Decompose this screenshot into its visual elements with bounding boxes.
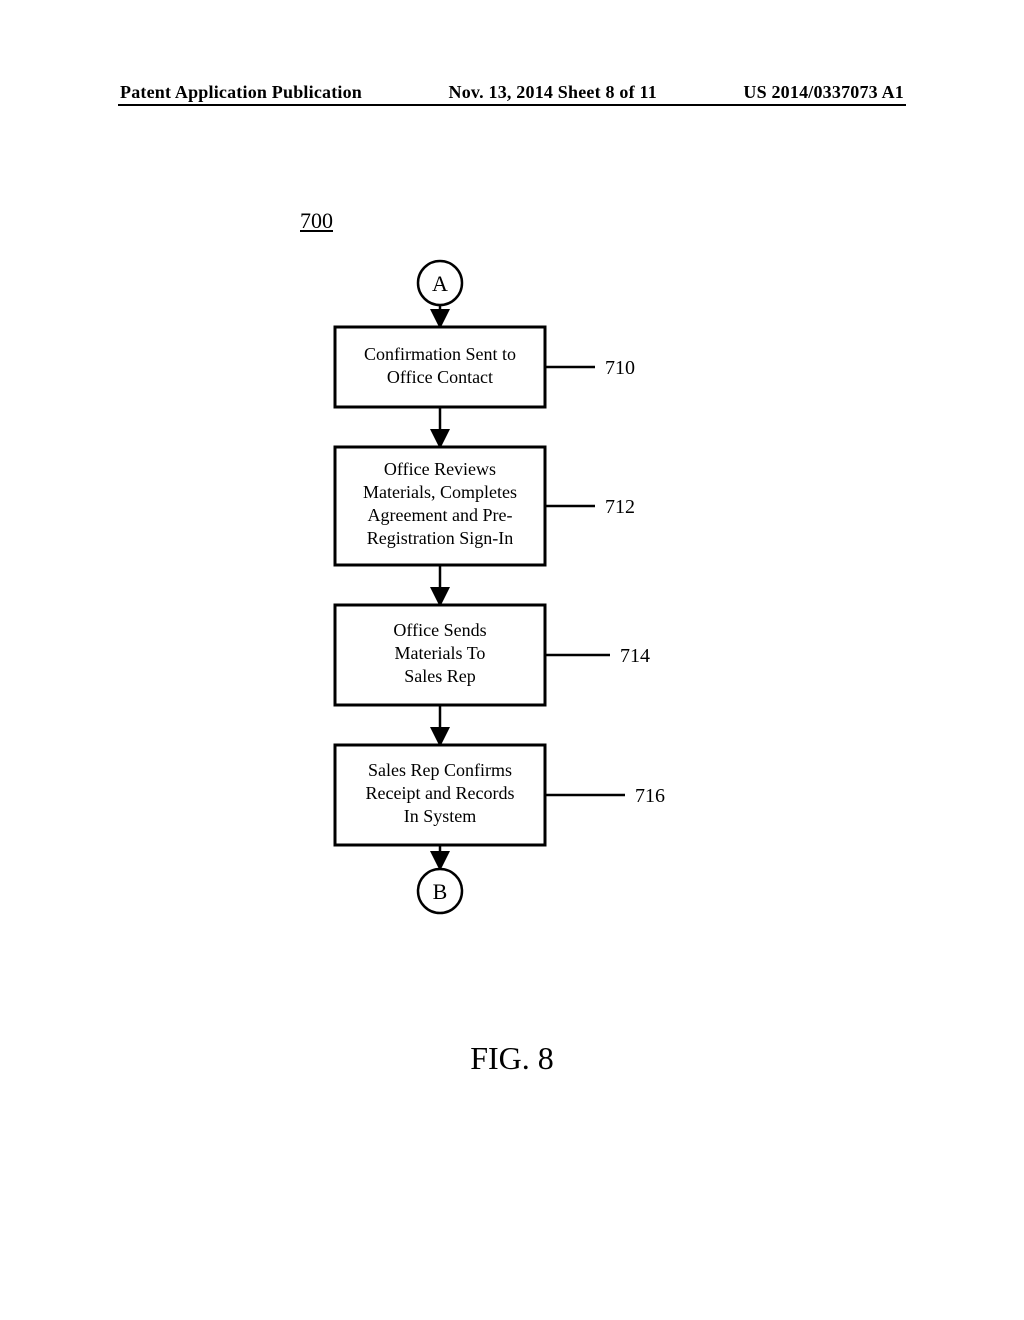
ref-710: 710 bbox=[605, 357, 635, 379]
header-right: US 2014/0337073 A1 bbox=[743, 82, 904, 103]
figure-reference-number: 700 bbox=[300, 208, 333, 234]
header-left: Patent Application Publication bbox=[120, 82, 362, 103]
flow-step-710-line2: Office Contact bbox=[387, 367, 493, 387]
connector-a-label: A bbox=[432, 271, 448, 296]
flow-step-712-line4: Registration Sign-In bbox=[367, 528, 514, 548]
ref-716: 716 bbox=[635, 785, 665, 807]
flow-step-712-line2: Materials, Completes bbox=[363, 482, 517, 502]
page-header: Patent Application Publication Nov. 13, … bbox=[0, 82, 1024, 103]
flow-step-716-line2: Receipt and Records bbox=[366, 783, 515, 803]
connector-b-label: B bbox=[433, 879, 448, 904]
flow-step-710-line1: Confirmation Sent to bbox=[364, 344, 516, 364]
flow-step-712-line1: Office Reviews bbox=[384, 459, 496, 479]
flow-step-716-line3: In System bbox=[404, 806, 477, 826]
header-rule bbox=[118, 104, 906, 106]
flow-step-716-line1: Sales Rep Confirms bbox=[368, 760, 512, 780]
flow-step-714-line2: Materials To bbox=[395, 643, 486, 663]
flow-step-714-line3: Sales Rep bbox=[404, 666, 476, 686]
flow-step-712-line3: Agreement and Pre- bbox=[368, 505, 513, 525]
header-center: Nov. 13, 2014 Sheet 8 of 11 bbox=[449, 82, 657, 103]
flowchart-diagram: A Confirmation Sent to Office Contact 71… bbox=[0, 255, 1024, 915]
ref-712: 712 bbox=[605, 496, 635, 518]
ref-714: 714 bbox=[620, 645, 650, 667]
figure-caption: FIG. 8 bbox=[0, 1040, 1024, 1077]
page: Patent Application Publication Nov. 13, … bbox=[0, 0, 1024, 1320]
flow-step-714-line1: Office Sends bbox=[393, 620, 486, 640]
